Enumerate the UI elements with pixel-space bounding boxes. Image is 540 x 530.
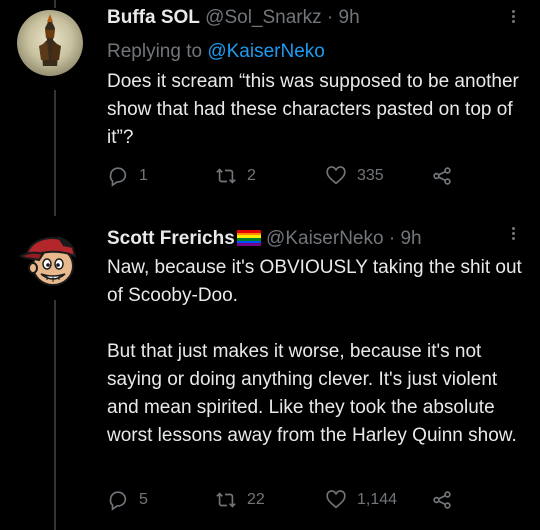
reply-count: 1: [139, 167, 148, 184]
tweet-actions: 5 22 1,144: [107, 489, 537, 515]
reply-icon: [109, 491, 127, 511]
like-count: 1,144: [357, 491, 398, 508]
retweet-count: 2: [247, 167, 256, 184]
avatar-image: [17, 226, 83, 292]
replying-to-label: Replying to: [107, 41, 208, 62]
more-icon[interactable]: [508, 8, 518, 30]
thread-line-top: [54, 0, 56, 8]
heart-icon: [326, 490, 346, 509]
retweet-icon: [216, 168, 236, 184]
retweet-count: 22: [247, 491, 265, 508]
replying-to: Replying to @KaiserNeko: [107, 40, 325, 64]
reply-button[interactable]: 1: [107, 165, 148, 187]
display-name[interactable]: Buffa SOL: [107, 7, 200, 28]
display-name[interactable]: Scott Frerichs: [107, 228, 235, 249]
share-button[interactable]: [431, 489, 453, 511]
like-button[interactable]: 1,144: [325, 489, 397, 511]
retweet-icon: [216, 492, 236, 508]
pride-flag-icon: [236, 230, 261, 246]
retweet-button[interactable]: 2: [215, 165, 256, 187]
thread-line-bottom: [54, 300, 56, 530]
more-icon[interactable]: [508, 225, 518, 247]
share-icon: [433, 491, 451, 509]
user-handle[interactable]: @Sol_Snarkz: [205, 7, 321, 28]
reply-mention-link[interactable]: @KaiserNeko: [207, 41, 325, 62]
reply-icon: [109, 167, 127, 187]
tweet-text: Does it scream “this was supposed to be …: [107, 71, 525, 148]
avatar[interactable]: [17, 226, 83, 292]
share-icon: [433, 167, 451, 185]
separator-dot: ·: [388, 228, 396, 249]
heart-icon: [326, 166, 346, 185]
share-button[interactable]: [431, 165, 453, 187]
tweet-header: Buffa SOL @Sol_Snarkz · 9h: [107, 6, 360, 30]
thread-line-middle: [54, 90, 56, 216]
timestamp[interactable]: 9h: [400, 228, 421, 249]
reply-count: 5: [139, 491, 148, 508]
timestamp[interactable]: 9h: [339, 7, 360, 28]
separator-dot: ·: [326, 7, 334, 28]
like-count: 335: [357, 167, 384, 184]
retweet-button[interactable]: 22: [215, 489, 265, 511]
reply-button[interactable]: 5: [107, 489, 148, 511]
like-button[interactable]: 335: [325, 165, 384, 187]
tweet-actions: 1 2 335: [107, 165, 537, 191]
user-handle[interactable]: @KaiserNeko: [266, 228, 384, 249]
avatar[interactable]: [17, 10, 83, 76]
tweet-header: Scott Frerichs @KaiserNeko · 9h: [107, 227, 422, 251]
tweet-text: Naw, because it's OBVIOUSLY taking the s…: [107, 257, 522, 446]
avatar-image: [17, 10, 83, 76]
